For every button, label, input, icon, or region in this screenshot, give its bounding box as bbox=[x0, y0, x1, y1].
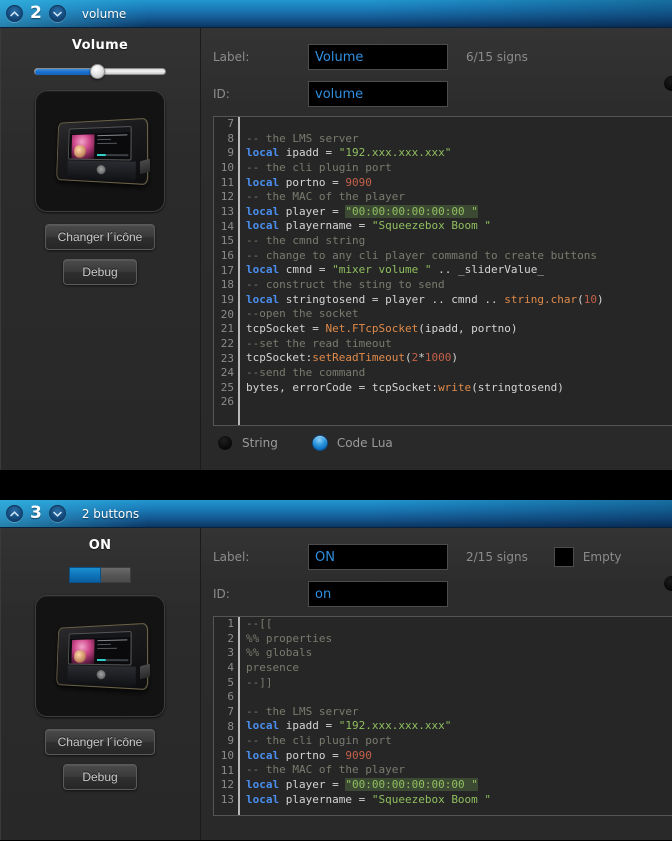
debug-button[interactable]: Debug bbox=[63, 764, 137, 790]
squeezebox-device-icon bbox=[48, 619, 152, 693]
id-input[interactable] bbox=[308, 81, 448, 107]
move-down-button[interactable] bbox=[48, 505, 66, 522]
empty-label: Empty bbox=[582, 550, 622, 564]
radio-string-label: String bbox=[242, 436, 278, 450]
chevron-down-icon bbox=[53, 511, 62, 517]
panel-number: 2 bbox=[30, 3, 42, 23]
device-icon-preview[interactable] bbox=[35, 595, 165, 717]
panel-body: Volume Changer l´icône Debug Label: Volu… bbox=[0, 28, 672, 470]
label-sign-counter: 2/15 signs bbox=[466, 550, 528, 564]
widget-preview-column: ON Changer l´icône Debug bbox=[0, 528, 201, 840]
settings-column: Label: 6/15 signs ID: 789101112131415161… bbox=[201, 28, 672, 470]
code-type-radio-group: String Code Lua bbox=[201, 426, 672, 461]
two-button-toggle[interactable] bbox=[69, 567, 131, 583]
toggle-on-segment[interactable] bbox=[69, 567, 101, 583]
panel-body: ON Changer l´icône Debug Label: ON 2/15 … bbox=[0, 528, 672, 840]
toggle-off-segment[interactable] bbox=[100, 567, 131, 583]
debug-button[interactable]: Debug bbox=[63, 259, 137, 285]
panel-header[interactable]: 2 volume bbox=[0, 0, 672, 28]
label-field-row: Label: 6/15 signs bbox=[213, 42, 672, 72]
panel-number: 3 bbox=[30, 503, 42, 523]
change-icon-button[interactable]: Changer l´icône bbox=[44, 729, 156, 755]
radio-code-lua-label: Code Lua bbox=[336, 436, 393, 450]
change-icon-button[interactable]: Changer l´icône bbox=[44, 224, 156, 250]
move-up-button[interactable] bbox=[6, 505, 23, 522]
label-caption: Label: bbox=[213, 50, 250, 64]
id-caption: ID: bbox=[213, 87, 230, 101]
widget-title: Volume bbox=[71, 38, 129, 53]
slider-fill bbox=[35, 69, 97, 75]
panel-title: 2 buttons bbox=[81, 506, 140, 521]
app-root: 2 volume Volume Changer l´icône Debug La… bbox=[0, 0, 672, 841]
move-down-button[interactable] bbox=[48, 5, 66, 22]
radio-code-lua[interactable] bbox=[311, 435, 328, 451]
editor-code-area[interactable]: --[[%% properties%% globals presence --]] … bbox=[240, 617, 672, 815]
label-input[interactable] bbox=[308, 44, 448, 70]
panel-volume: 2 volume Volume Changer l´icône Debug La… bbox=[0, 0, 672, 470]
editor-code-area[interactable]: -- the LMS server local ipadd = "192.xxx.… bbox=[240, 117, 672, 425]
panel-header[interactable]: 3 2 buttons bbox=[0, 500, 672, 528]
panel-2-buttons: 3 2 buttons ON Changer l´icône Debug Lab… bbox=[0, 500, 672, 840]
squeezebox-device-icon bbox=[48, 114, 152, 188]
settings-column: Label: 2/15 signs Empty ID: 123456789101… bbox=[201, 528, 672, 840]
empty-color-swatch[interactable] bbox=[553, 547, 574, 567]
id-field-row: ID: bbox=[213, 579, 672, 609]
chevron-up-icon bbox=[10, 10, 19, 17]
editor-line-numbers: 7 8 9 10 11 12 13 14 15 16 17 18 19 20 21 22 23 24 25 26 bbox=[214, 117, 240, 425]
editor-line-numbers: 1 2 3 4 5 6 7 8 9 10 11 12 13 bbox=[214, 617, 240, 815]
label-caption: Label: bbox=[213, 550, 250, 564]
widget-title: ON bbox=[88, 538, 112, 553]
label-input[interactable] bbox=[308, 544, 448, 570]
lua-code-editor[interactable]: 7 8 9 10 11 12 13 14 15 16 17 18 19 20 21 22 23 24 25 26 --… bbox=[213, 116, 672, 426]
lua-code-editor[interactable]: 1 2 3 4 5 6 7 8 9 10 11 12 13 --[[%% properties%% gl… bbox=[213, 616, 672, 816]
chevron-down-icon bbox=[53, 11, 62, 17]
label-sign-counter: 6/15 signs bbox=[466, 50, 528, 64]
widget-preview-column: Volume Changer l´icône Debug bbox=[0, 28, 201, 470]
label-field-row: Label: 2/15 signs Empty bbox=[213, 542, 672, 572]
panel-separator bbox=[0, 470, 672, 500]
radio-string[interactable] bbox=[217, 435, 233, 451]
move-up-button[interactable] bbox=[6, 5, 23, 22]
panel-title: volume bbox=[81, 6, 127, 21]
id-field-row: ID: bbox=[213, 79, 672, 109]
slider-knob[interactable] bbox=[90, 64, 105, 79]
id-input[interactable] bbox=[308, 581, 448, 607]
chevron-up-icon bbox=[10, 510, 19, 517]
id-caption: ID: bbox=[213, 587, 230, 601]
device-icon-preview[interactable] bbox=[35, 90, 165, 212]
volume-slider[interactable] bbox=[34, 64, 166, 79]
